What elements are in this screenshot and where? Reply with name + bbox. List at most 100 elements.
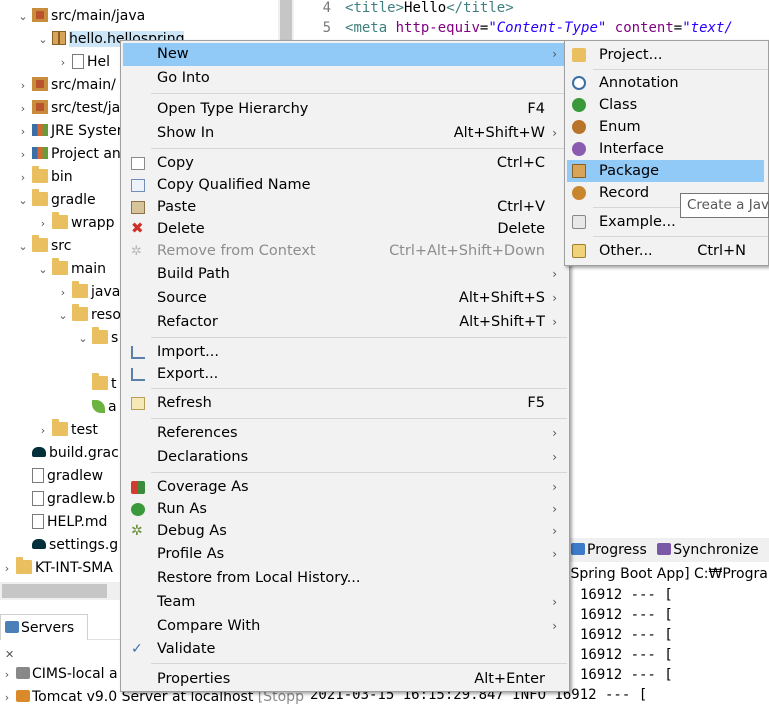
menu-item-import[interactable]: Import... (123, 341, 567, 364)
expand-arrow-icon[interactable]: › (16, 120, 30, 143)
menu-item-label: Remove from Context (157, 243, 316, 259)
folder-icon (32, 235, 48, 252)
tree-item[interactable]: t (90, 373, 117, 396)
submenu-arrow-icon: › (552, 291, 557, 305)
menu-item-label: Export... (157, 366, 219, 382)
expand-arrow-icon[interactable]: › (36, 419, 50, 442)
expand-arrow-icon[interactable]: › (0, 664, 14, 686)
expand-arrow-icon[interactable]: › (16, 97, 30, 120)
tree-item-label: src (51, 238, 72, 254)
submenu-item-enum[interactable]: Enum (567, 116, 764, 138)
java-file-icon (72, 53, 84, 69)
server-row[interactable]: › CIMS-local a (0, 663, 118, 685)
tab-servers[interactable]: Servers ✕ (0, 614, 88, 661)
tree-item[interactable]: ⌄ s (76, 327, 118, 350)
menu-item-properties[interactable]: Properties Alt+Enter (123, 668, 567, 691)
tree-item[interactable]: ⌄ src/main/java (16, 5, 145, 28)
menu-item-export[interactable]: Export... (123, 363, 567, 386)
menu-item-copy[interactable]: Copy Ctrl+C (123, 152, 567, 175)
menu-item-profile-as[interactable]: Profile As › (123, 543, 567, 566)
menu-item-validate[interactable]: ✓ Validate (123, 638, 567, 661)
menu-item-coverage-as[interactable]: Coverage As › (123, 476, 567, 499)
tree-item[interactable]: › src/test/ja (16, 97, 120, 120)
tree-item[interactable]: gradlew (30, 465, 103, 488)
tab-progress[interactable]: Progress (565, 538, 647, 562)
submenu-item-class[interactable]: Class (567, 94, 764, 116)
copy-qualified-name-icon (131, 179, 145, 192)
expand-arrow-icon[interactable]: › (0, 687, 14, 709)
menu-item-debug-as[interactable]: ✲ Debug As › (123, 520, 567, 543)
code-equals: = (673, 20, 683, 36)
menu-item-delete[interactable]: ✖ Delete Delete (123, 218, 567, 241)
collapse-arrow-icon[interactable]: ⌄ (76, 327, 90, 350)
menu-item-go-into[interactable]: Go Into (123, 67, 567, 90)
code-tag: title (353, 0, 396, 16)
tab-synchronize[interactable]: Synchronize (651, 538, 759, 562)
tree-item[interactable]: › bin (16, 166, 73, 189)
menu-item-paste[interactable]: Paste Ctrl+V (123, 196, 567, 219)
submenu-item-other[interactable]: Other... Ctrl+N (567, 240, 764, 262)
tree-item[interactable]: build.grac (30, 442, 119, 465)
tree-item[interactable]: › java (56, 281, 120, 304)
tree-item[interactable]: › src/main/ (16, 74, 116, 97)
vertical-scrollbar-thumb[interactable] (280, 0, 292, 40)
menu-item-references[interactable]: References › (123, 422, 567, 445)
expand-arrow-icon[interactable]: › (16, 74, 30, 97)
code-editor[interactable]: 4 <title>Hello</title> 5 <meta http-equiv=… (305, 0, 769, 40)
tree-item[interactable]: gradlew.b (30, 488, 115, 511)
tree-item[interactable]: › JRE Syster (16, 120, 123, 143)
tree-item[interactable]: › wrapp (36, 212, 115, 235)
menu-item-build-path[interactable]: Build Path › (123, 263, 567, 286)
tree-item[interactable]: › KT-INT-SMA (0, 557, 113, 580)
menu-item-label: Source (157, 290, 207, 306)
expand-arrow-icon[interactable]: › (0, 557, 14, 580)
menu-item-run-as[interactable]: Run As › (123, 498, 567, 521)
tree-item[interactable]: ⌄ reso (56, 304, 121, 327)
console-tabbar: Progress Synchronize (565, 538, 769, 562)
menu-item-team[interactable]: Team › (123, 591, 567, 614)
tree-item[interactable]: › test (36, 419, 98, 442)
submenu-item-project[interactable]: Project... (567, 44, 764, 66)
submenu-item-annotation[interactable]: Annotation (567, 72, 764, 94)
tree-item[interactable]: HELP.md (30, 511, 107, 534)
menu-item-show-in[interactable]: Show In Alt+Shift+W › (123, 122, 567, 145)
tree-item[interactable]: ⌄ main (36, 258, 106, 281)
horizontal-scrollbar-thumb[interactable] (2, 584, 107, 598)
submenu-item-interface[interactable]: Interface (567, 138, 764, 160)
code-value: "text/ (682, 20, 733, 36)
menu-item-source[interactable]: Source Alt+Shift+S › (123, 287, 567, 310)
expand-arrow-icon[interactable]: › (56, 51, 70, 74)
submenu-item-package[interactable]: Package (567, 160, 764, 182)
expand-arrow-icon[interactable]: › (16, 166, 30, 189)
expand-arrow-icon[interactable]: › (36, 212, 50, 235)
tooltip: Create a Jav (680, 193, 769, 218)
tree-item[interactable]: settings.g (30, 534, 118, 557)
menu-item-open-type-hierarchy[interactable]: Open Type Hierarchy F4 (123, 98, 567, 121)
collapse-arrow-icon[interactable]: ⌄ (16, 5, 30, 28)
menu-item-compare-with[interactable]: Compare With › (123, 615, 567, 638)
servers-icon (5, 621, 19, 633)
tree-item-label: test (71, 422, 98, 438)
tree-item[interactable]: ⌄ gradle (16, 189, 96, 212)
expand-arrow-icon[interactable]: › (56, 281, 70, 304)
menu-item-new[interactable]: New › (123, 43, 567, 66)
expand-arrow-icon[interactable]: › (16, 143, 30, 166)
tree-item[interactable]: › Project an (16, 143, 121, 166)
collapse-arrow-icon[interactable]: ⌄ (36, 258, 50, 281)
tree-item[interactable]: ⌄ src (16, 235, 71, 258)
collapse-arrow-icon[interactable]: ⌄ (36, 28, 50, 51)
tree-item[interactable]: a (90, 396, 117, 419)
menu-item-copy-qualified-name[interactable]: Copy Qualified Name (123, 174, 567, 197)
code-attr: content (614, 20, 674, 36)
menu-item-refresh[interactable]: Refresh F5 (123, 392, 567, 415)
close-icon[interactable]: ✕ (5, 648, 14, 661)
collapse-arrow-icon[interactable]: ⌄ (16, 189, 30, 212)
menu-item-refactor[interactable]: Refactor Alt+Shift+T › (123, 311, 567, 334)
run-icon (131, 503, 145, 516)
example-icon (572, 215, 586, 229)
tree-item[interactable]: › Hel (56, 51, 110, 74)
collapse-arrow-icon[interactable]: ⌄ (16, 235, 30, 258)
menu-item-restore-from-local-history[interactable]: Restore from Local History... (123, 567, 567, 590)
menu-item-declarations[interactable]: Declarations › (123, 446, 567, 469)
collapse-arrow-icon[interactable]: ⌄ (56, 304, 70, 327)
